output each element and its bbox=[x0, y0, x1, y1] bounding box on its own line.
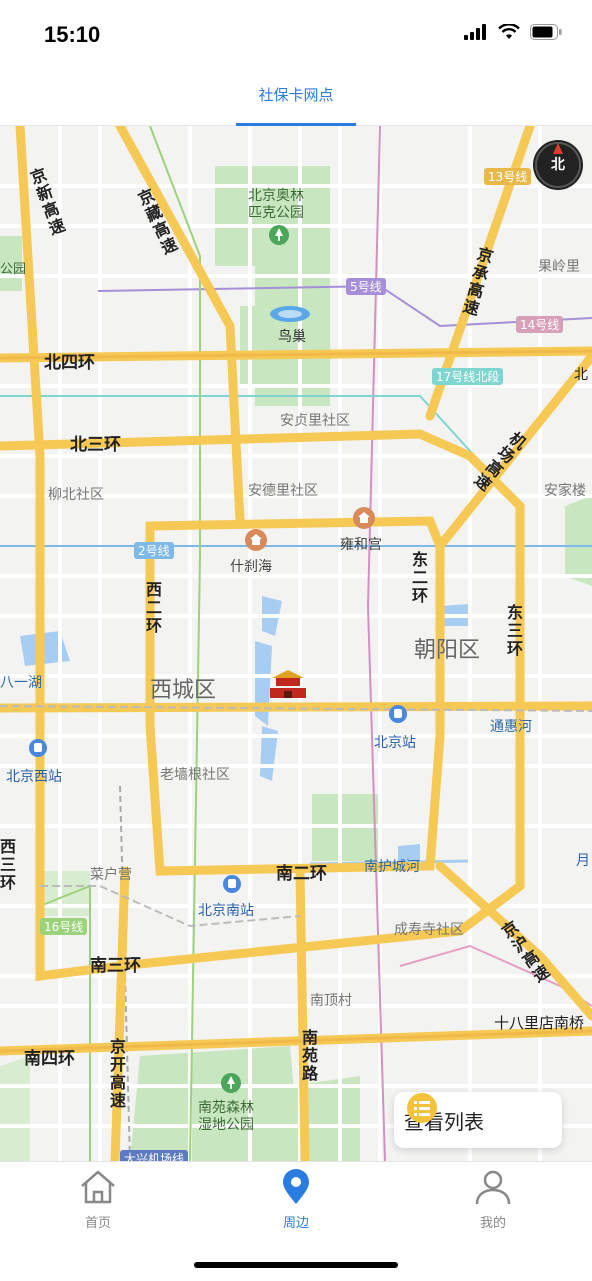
label-west-3rd-ring: 西三环 bbox=[0, 837, 17, 892]
label-shibalidian: 十八里店南桥 bbox=[494, 1014, 585, 1032]
tiananmen-icon bbox=[270, 670, 306, 698]
label-guoling: 果岭里 bbox=[538, 259, 580, 275]
label-andeli: 安德里社区 bbox=[248, 483, 318, 499]
west-station-icon bbox=[29, 739, 47, 757]
label-nanyuan-forest: 南苑森林 湿地公园 bbox=[198, 1100, 254, 1133]
label-south-4th-ring: 南四环 bbox=[24, 1049, 75, 1069]
label-beijing-west: 北京西站 bbox=[6, 769, 62, 785]
label-shichahai: 什刹海 bbox=[230, 559, 272, 575]
label-west-2nd-ring: 西二环 bbox=[146, 580, 163, 635]
label-xicheng: 西城区 bbox=[150, 678, 217, 703]
label-nanhu-river: 南护城河 bbox=[364, 859, 420, 875]
park-east bbox=[565, 496, 592, 586]
label-caihuying: 菜户营 bbox=[90, 867, 132, 883]
label-chengshousi: 成寿寺社区 bbox=[394, 922, 464, 938]
label-south-3rd-ring: 南三环 bbox=[90, 956, 141, 976]
label-yonghegong: 雍和宫 bbox=[340, 537, 382, 553]
tab-label: 社保卡网点 bbox=[258, 86, 334, 104]
tab-home-label: 首页 bbox=[84, 1216, 111, 1231]
temple-poi-icon bbox=[245, 529, 267, 551]
tab-mine-label: 我的 bbox=[479, 1216, 506, 1231]
tab-nearby-label: 周边 bbox=[282, 1216, 309, 1231]
tab-home[interactable]: 首页 bbox=[38, 1168, 158, 1231]
label-line-13: 13号线 bbox=[484, 168, 532, 185]
label-nandingcun: 南顶村 bbox=[310, 993, 352, 1009]
map-view[interactable]: 北京奥林 匹克公园 鸟巢 北四环 北三环 安贞里社区 安德里社区 柳北社区 什刹… bbox=[0, 126, 592, 1161]
label-north-3rd-ring: 北三环 bbox=[70, 435, 121, 455]
label-beijing-station: 北京站 bbox=[374, 735, 416, 751]
label-anzhenli: 安贞里社区 bbox=[280, 413, 350, 429]
label-nanyuan-road: 南苑路 bbox=[302, 1028, 319, 1083]
location-pin-icon bbox=[283, 1169, 309, 1204]
south-station-icon bbox=[223, 875, 241, 893]
view-list-button[interactable]: 查看列表 bbox=[394, 1092, 562, 1148]
water-bayi bbox=[20, 631, 70, 666]
forest-park-poi-icon bbox=[221, 1073, 241, 1093]
label-gongyuan: 公园 bbox=[0, 262, 27, 277]
station-icon bbox=[389, 705, 407, 723]
signal-icon bbox=[464, 24, 486, 40]
label-line-2: 2号线 bbox=[134, 542, 174, 559]
label-chaoyang: 朝阳区 bbox=[414, 638, 481, 663]
label-line-14: 14号线 bbox=[516, 316, 564, 333]
label-olympic-park: 北京奥林 匹克公园 bbox=[248, 188, 304, 221]
tab-mine[interactable]: 我的 bbox=[433, 1168, 553, 1231]
list-icon bbox=[407, 1093, 437, 1123]
label-line-16: 16号线 bbox=[40, 918, 88, 935]
compass-button[interactable]: 北 bbox=[533, 140, 583, 190]
label-bayi-lake: 八一湖 bbox=[0, 675, 42, 691]
tab-nearby[interactable]: 周边 bbox=[236, 1168, 356, 1231]
park-poi-icon bbox=[269, 225, 289, 245]
tab-social-security-outlets[interactable]: 社保卡网点 bbox=[236, 70, 356, 126]
label-line-17: 17号线北段 bbox=[432, 368, 504, 385]
park-caihuying bbox=[40, 871, 90, 916]
top-tab-bar: 社保卡网点 bbox=[0, 70, 592, 126]
label-east-2nd-ring: 东二环 bbox=[412, 550, 429, 605]
label-tonghui-river: 通惠河 bbox=[490, 719, 532, 735]
label-line-5: 5号线 bbox=[346, 278, 386, 295]
label-bei: 北 bbox=[574, 367, 588, 383]
yonghegong-poi-icon bbox=[353, 507, 375, 529]
label-anjia: 安家楼 bbox=[544, 483, 586, 499]
status-bar: 15:10 bbox=[0, 0, 592, 70]
user-icon bbox=[475, 1170, 511, 1205]
compass-label: 北 bbox=[551, 157, 565, 173]
label-laoqianggen: 老墙根社区 bbox=[160, 767, 230, 783]
label-birds-nest: 鸟巢 bbox=[278, 329, 306, 345]
park-sw bbox=[0, 1056, 30, 1161]
status-time: 15:10 bbox=[44, 22, 101, 47]
label-daxing-line: 大兴机场线 bbox=[120, 1150, 189, 1161]
label-south-2nd-ring: 南二环 bbox=[276, 864, 327, 884]
label-north-4th-ring: 北四环 bbox=[44, 353, 95, 373]
stadium-icon bbox=[270, 306, 310, 322]
wifi-icon bbox=[498, 24, 520, 39]
label-jingkai: 京开高速 bbox=[110, 1037, 127, 1110]
label-yue: 月 bbox=[576, 853, 590, 869]
label-east-3rd-ring: 东三环 bbox=[507, 603, 524, 658]
label-liubei: 柳北社区 bbox=[48, 487, 104, 503]
home-indicator bbox=[194, 1262, 398, 1268]
status-icons bbox=[464, 24, 562, 40]
home-icon bbox=[81, 1170, 115, 1204]
battery-icon bbox=[530, 24, 562, 40]
label-beijing-south: 北京南站 bbox=[198, 903, 254, 919]
map-canvas bbox=[0, 126, 592, 1161]
